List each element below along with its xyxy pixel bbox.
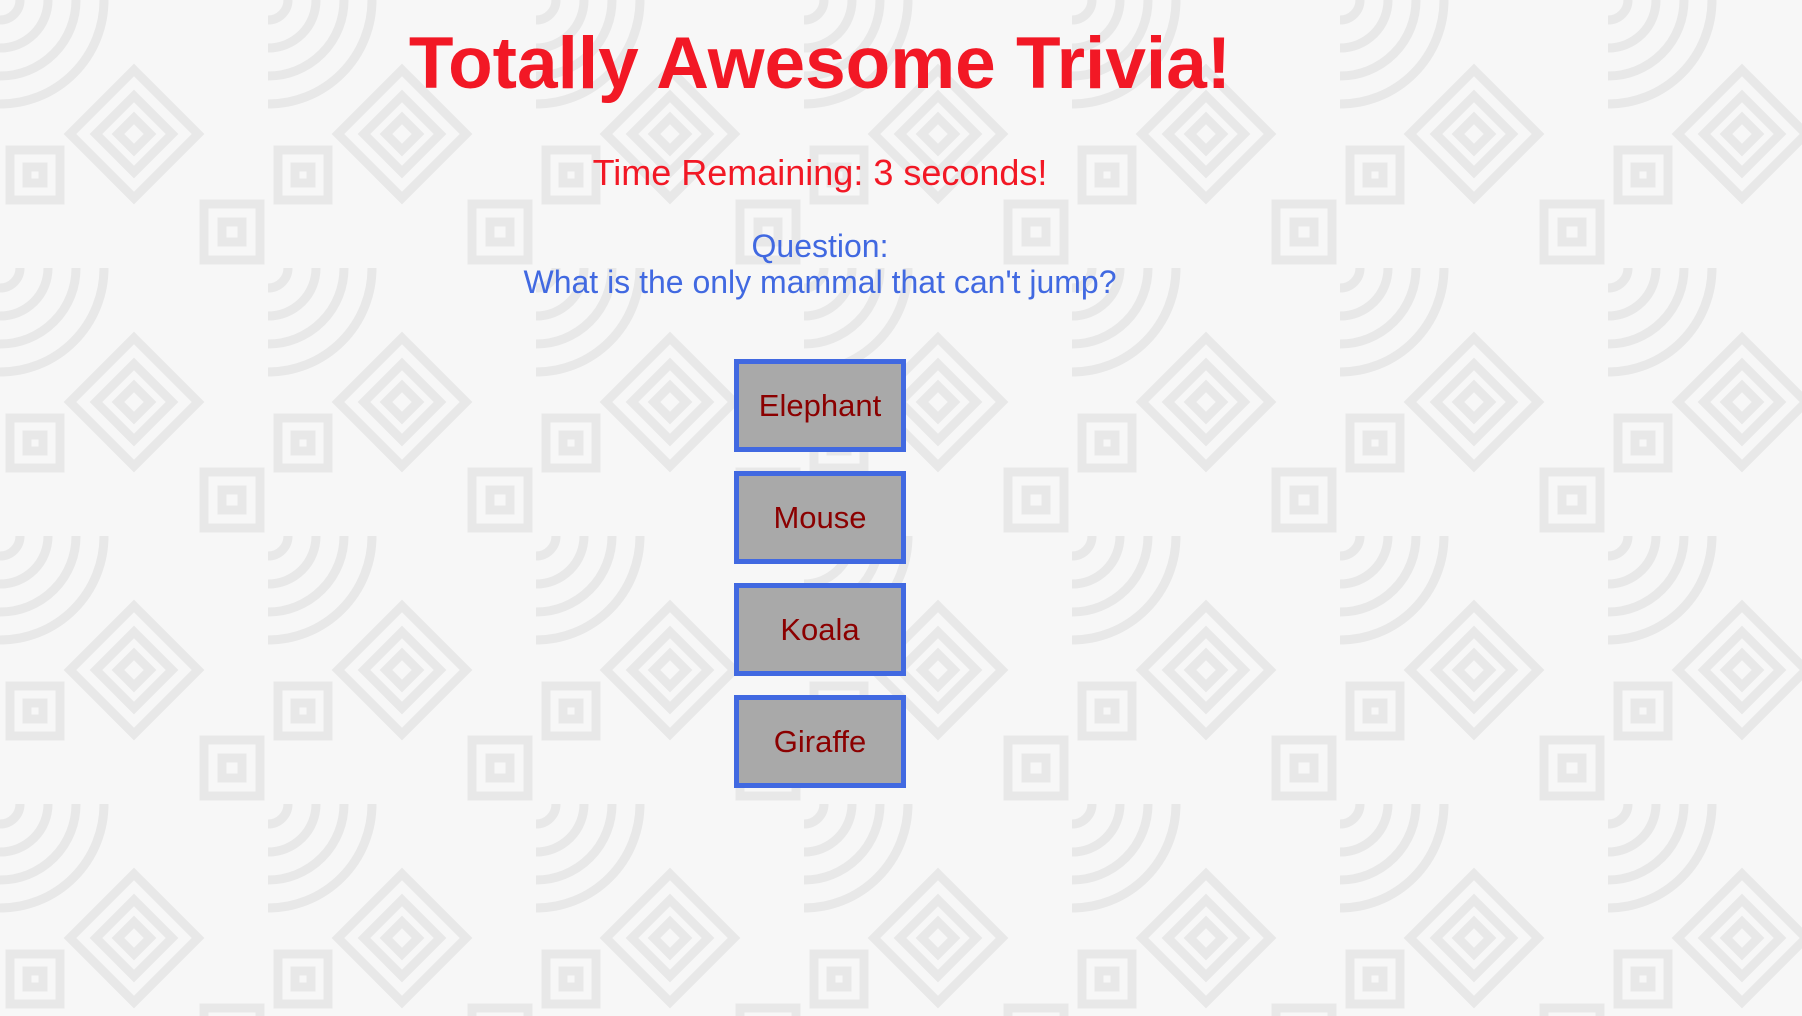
answer-button-koala[interactable]: Koala: [734, 583, 906, 676]
question-block: Question: What is the only mammal that c…: [0, 228, 1640, 300]
answer-button-elephant[interactable]: Elephant: [734, 359, 906, 452]
trivia-container: Totally Awesome Trivia! Time Remaining: …: [0, 0, 1640, 1016]
time-remaining: Time Remaining: 3 seconds!: [592, 152, 1048, 193]
question-text: What is the only mammal that can't jump?: [523, 264, 1117, 300]
answer-button-giraffe[interactable]: Giraffe: [734, 695, 906, 788]
question-label: Question:: [751, 228, 889, 264]
answer-list: Elephant Mouse Koala Giraffe: [734, 359, 906, 807]
app-title: Totally Awesome Trivia!: [408, 23, 1232, 104]
answer-button-mouse[interactable]: Mouse: [734, 471, 906, 564]
